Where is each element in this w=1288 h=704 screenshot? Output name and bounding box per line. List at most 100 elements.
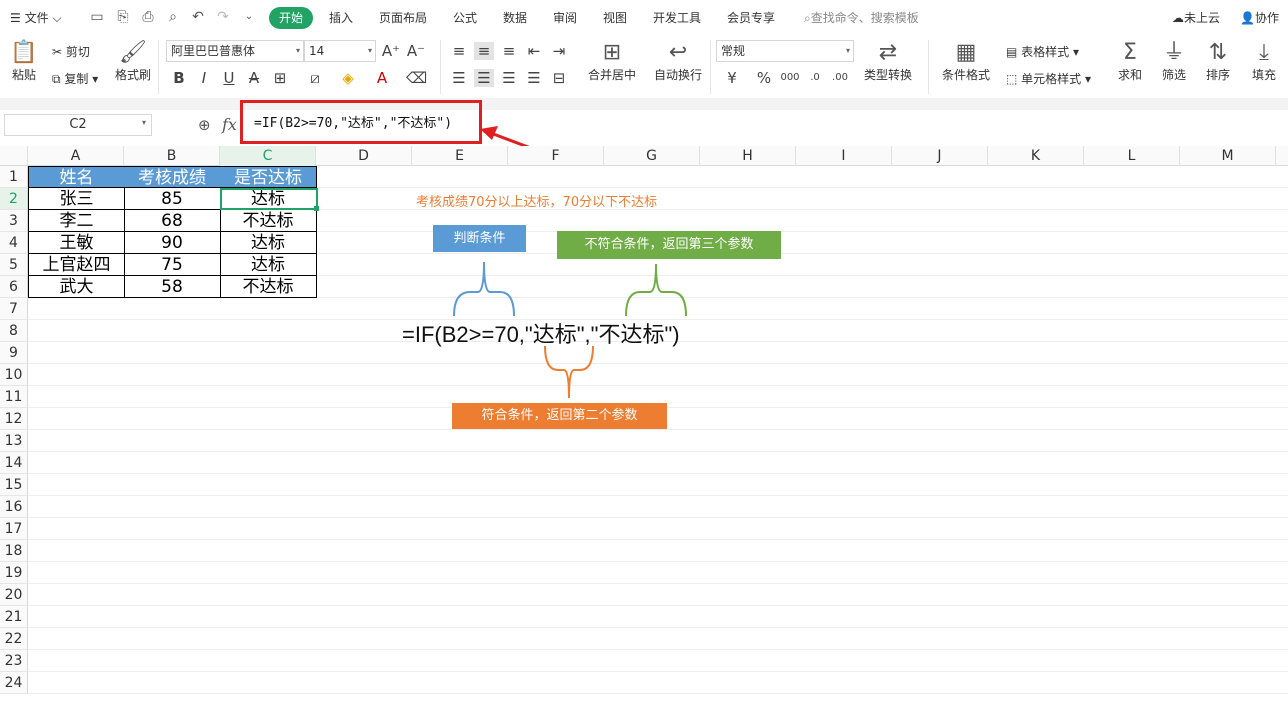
chevron-down-icon[interactable]: ▾ <box>142 118 146 127</box>
table-style-icon: ▤ <box>1006 45 1022 59</box>
formula-highlight-box <box>240 100 482 144</box>
search-box[interactable]: ⌕查找命令、搜索模板 <box>804 9 919 26</box>
table-style-button[interactable]: ▤ 表格样式 ▾ <box>1006 43 1079 60</box>
distributed-icon[interactable]: ⊟ <box>549 69 569 87</box>
type-convert-button[interactable]: ⇄ 类型转换 <box>858 40 918 83</box>
align-middle-icon[interactable]: ≡ <box>474 42 494 60</box>
column-header-l[interactable]: L <box>1084 146 1180 166</box>
strikethrough-icon[interactable]: A <box>244 69 264 87</box>
row-gridline <box>28 583 1288 584</box>
spreadsheet-grid[interactable]: ABCDEFGHIJKLM 1 2 3 4 5 6 7 8 9 10 11 12 13 14 15 16 17 1… <box>0 146 1288 704</box>
column-header-m[interactable]: M <box>1180 146 1276 166</box>
align-bottom-icon[interactable]: ≡ <box>499 42 519 60</box>
row-header-22[interactable]: 22 <box>0 628 28 650</box>
save-icon[interactable]: ▭ <box>88 8 106 26</box>
font-size-select[interactable]: 14 ▾ <box>304 40 376 62</box>
row-gridline <box>28 627 1288 628</box>
increase-indent-icon[interactable]: ⇥ <box>549 42 569 60</box>
align-left-icon[interactable]: ☰ <box>449 69 469 87</box>
cut-button[interactable]: ✂ 剪切 <box>52 43 90 60</box>
row-header-17[interactable]: 17 <box>0 518 28 540</box>
tab-view[interactable]: 视图 <box>603 9 627 26</box>
sum-button[interactable]: Σ 求和 <box>1112 40 1148 83</box>
tab-review[interactable]: 审阅 <box>553 9 577 26</box>
column-header-i[interactable]: I <box>796 146 892 166</box>
wrap-text-button[interactable]: ↩ 自动换行 <box>650 40 706 83</box>
underline-icon[interactable]: U <box>219 69 239 87</box>
percent-icon[interactable]: % <box>754 69 774 87</box>
fill-button[interactable]: ⤓ 填充 <box>1246 40 1282 83</box>
conditional-format-button[interactable]: ▦ 条件格式 <box>936 40 996 83</box>
row-header-23[interactable]: 23 <box>0 650 28 672</box>
row-gridline <box>28 451 1288 452</box>
collab-label: 协作 <box>1254 11 1279 25</box>
redo-icon[interactable]: ↷ <box>214 8 232 26</box>
row-header-21[interactable]: 21 <box>0 606 28 628</box>
tab-formulas[interactable]: 公式 <box>453 9 477 26</box>
align-top-icon[interactable]: ≡ <box>449 42 469 60</box>
fill-down-icon: ⤓ <box>1259 40 1269 65</box>
currency-icon[interactable]: ¥ <box>722 69 742 87</box>
zoom-formula-icon[interactable]: ⊕ <box>198 116 211 134</box>
print-icon[interactable]: ⎙ <box>139 8 157 26</box>
column-header-k[interactable]: K <box>988 146 1084 166</box>
sort-label: 排序 <box>1205 68 1230 82</box>
italic-icon[interactable]: I <box>194 69 214 87</box>
increase-decimal-icon[interactable]: .0 <box>805 69 825 87</box>
decrease-indent-icon[interactable]: ⇤ <box>524 42 544 60</box>
tab-member[interactable]: 会员专享 <box>727 9 775 26</box>
align-right-icon[interactable]: ☰ <box>499 69 519 87</box>
cloud-status[interactable]: ☁未上云 <box>1172 9 1220 26</box>
decrease-font-icon[interactable]: A⁻ <box>406 42 426 60</box>
row-header-18[interactable]: 18 <box>0 540 28 562</box>
row-header-15[interactable]: 15 <box>0 474 28 496</box>
export-pdf-icon[interactable]: ⎘ <box>114 8 132 26</box>
row-header-24[interactable]: 24 <box>0 672 28 694</box>
fx-icon[interactable]: fx <box>222 115 237 134</box>
tab-page-layout[interactable]: 页面布局 <box>379 9 427 26</box>
divider <box>440 40 441 94</box>
tab-insert[interactable]: 插入 <box>329 9 353 26</box>
copy-button[interactable]: ⧉ 复制 ▾ <box>52 70 98 87</box>
tab-data[interactable]: 数据 <box>503 9 527 26</box>
font-name-select[interactable]: 阿里巴巴普惠体 ▾ <box>166 40 304 62</box>
format-painter-button[interactable]: 🖌 格式刷 <box>113 40 153 83</box>
decrease-decimal-icon[interactable]: .00 <box>830 69 850 87</box>
row-header-20[interactable]: 20 <box>0 584 28 606</box>
table-grid-icon: ▦ <box>955 40 977 65</box>
print-preview-icon[interactable]: ⌕ <box>164 8 182 26</box>
cut-label: 剪切 <box>65 45 90 59</box>
paste-label: 粘贴 <box>11 68 36 82</box>
row-gridline <box>28 561 1288 562</box>
fill-style-icon[interactable]: ⧄ <box>305 69 325 87</box>
row-header-16[interactable]: 16 <box>0 496 28 518</box>
justify-icon[interactable]: ☰ <box>524 69 544 87</box>
collab-button[interactable]: 👤协作 <box>1240 9 1279 26</box>
cell-style-button[interactable]: ⬚ 单元格样式 ▾ <box>1006 70 1091 87</box>
clear-format-icon[interactable]: ⌫ <box>406 69 427 87</box>
align-center-icon[interactable]: ☰ <box>474 69 494 87</box>
file-menu[interactable]: ☰ 文件 ⌵ <box>10 9 62 26</box>
ribbon-divider <box>0 98 1288 110</box>
filter-button[interactable]: ⏚ 筛选 <box>1156 40 1192 83</box>
border-icon[interactable]: ⊞ <box>270 69 290 87</box>
font-color-icon[interactable]: A <box>372 69 392 87</box>
merge-center-button[interactable]: ⊞ 合并居中 <box>582 40 642 83</box>
row-header-14[interactable]: 14 <box>0 452 28 474</box>
row-header-19[interactable]: 19 <box>0 562 28 584</box>
chevron-down-icon: ▾ <box>295 46 300 55</box>
tab-developer[interactable]: 开发工具 <box>653 9 701 26</box>
font-size-value: 14 <box>309 44 325 58</box>
sort-button[interactable]: ⇅ 排序 <box>1200 40 1236 83</box>
tab-home[interactable]: 开始 <box>269 7 313 29</box>
number-format-select[interactable]: 常规 ▾ <box>716 40 854 62</box>
column-header-j[interactable]: J <box>892 146 988 166</box>
fill-color-icon[interactable]: ◈ <box>338 69 358 87</box>
paste-button[interactable]: 📋 粘贴 <box>6 40 42 83</box>
thousands-icon[interactable]: 000 <box>780 69 800 87</box>
name-box[interactable]: C2 <box>4 114 152 136</box>
bold-icon[interactable]: B <box>169 69 189 87</box>
undo-icon[interactable]: ↶ <box>189 8 207 26</box>
customize-icon[interactable]: ⌄ <box>240 8 258 26</box>
increase-font-icon[interactable]: A⁺ <box>381 42 401 60</box>
